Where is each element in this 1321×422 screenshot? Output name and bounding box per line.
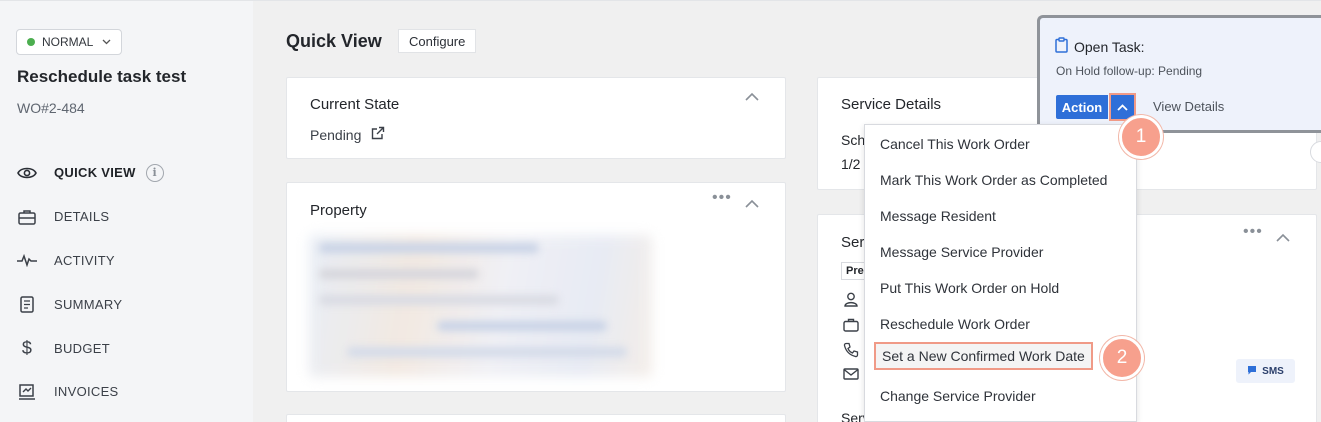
chevron-down-icon <box>102 37 111 48</box>
blurred-line <box>347 347 627 357</box>
open-task-panel: Open Task: On Hold follow-up: Pending Ac… <box>1037 15 1321 133</box>
action-dropdown-menu: Cancel This Work Order Mark This Work Or… <box>864 124 1137 422</box>
blurred-line <box>319 243 539 253</box>
sidebar: NORMAL Reschedule task test WO#2-484 QUI… <box>0 0 253 422</box>
phone-icon <box>843 342 859 363</box>
eye-icon <box>16 162 38 184</box>
nav-label: ACTIVITY <box>54 252 115 268</box>
menu-item-reschedule[interactable]: Reschedule Work Order <box>880 316 1030 332</box>
task-subtext: On Hold follow-up: Pending <box>1056 64 1203 78</box>
menu-item-put-on-hold[interactable]: Put This Work Order on Hold <box>880 280 1059 296</box>
work-order-number: WO#2-484 <box>17 100 85 116</box>
task-heading-label: Open Task: <box>1074 38 1145 55</box>
menu-item-mark-completed[interactable]: Mark This Work Order as Completed <box>880 172 1107 188</box>
configure-button[interactable]: Configure <box>398 29 477 53</box>
menu-item-set-confirmed-date[interactable]: Set a New Confirmed Work Date <box>874 342 1093 370</box>
clipboard-icon <box>1055 37 1068 56</box>
current-state-value: Pending <box>310 126 362 143</box>
document-icon <box>16 293 38 315</box>
nav-label: DETAILS <box>54 209 110 225</box>
menu-item-cancel[interactable]: Cancel This Work Order <box>880 136 1030 152</box>
action-button[interactable]: Action <box>1056 95 1108 119</box>
step-badge-2: 2 <box>1100 336 1144 380</box>
more-icon[interactable]: ••• <box>1243 223 1263 241</box>
collapse-icon[interactable] <box>744 196 760 212</box>
more-icon[interactable]: ••• <box>712 189 732 207</box>
nav-item-summary[interactable]: SUMMARY <box>16 282 246 326</box>
info-icon[interactable]: i <box>145 163 164 182</box>
card-title: Current State <box>310 96 400 113</box>
task-heading: Open Task: <box>1055 37 1145 56</box>
priority-label: NORMAL <box>42 35 94 49</box>
dollar-icon: $ <box>21 337 33 358</box>
work-order-title: Reschedule task test <box>17 67 187 86</box>
chevron-up-icon <box>1117 98 1128 116</box>
schedule-label: Sch <box>841 132 866 148</box>
nav-item-details[interactable]: DETAILS <box>16 195 246 239</box>
collapse-icon[interactable] <box>744 89 760 105</box>
nav-label: QUICK VIEW <box>54 165 136 181</box>
nav-item-invoices[interactable]: INVOICES <box>16 370 246 414</box>
menu-item-message-resident[interactable]: Message Resident <box>880 208 996 224</box>
blurred-line <box>319 269 479 279</box>
nav-label: SUMMARY <box>54 296 123 312</box>
nav-item-activity[interactable]: ACTIVITY <box>16 239 246 283</box>
nav-label: BUDGET <box>54 340 110 356</box>
property-card: Property ••• <box>286 182 786 392</box>
collapse-icon[interactable] <box>1275 230 1291 246</box>
external-link-icon[interactable] <box>371 126 385 143</box>
status-dot <box>27 38 35 46</box>
pulse-icon <box>16 249 38 271</box>
card-title: Property <box>310 202 367 219</box>
sms-label: SMS <box>1262 365 1284 377</box>
mail-icon <box>843 367 859 385</box>
invoice-icon <box>16 381 38 403</box>
chat-icon <box>1247 365 1257 378</box>
nav-item-budget[interactable]: $ BUDGET <box>16 326 246 370</box>
blurred-line <box>437 321 607 331</box>
blurred-line <box>319 295 559 305</box>
nav-item-quick-view[interactable]: QUICK VIEW i <box>16 151 246 195</box>
sidebar-nav: QUICK VIEW i DETAILS ACTIVITY SUMMARY $ … <box>16 151 246 414</box>
page-title: Quick View <box>286 31 382 51</box>
current-state-card: Current State Pending <box>286 77 786 159</box>
current-state-value-row: Pending <box>310 126 385 143</box>
briefcase-icon <box>843 318 859 337</box>
card-title: Service Details <box>841 96 942 113</box>
step-badge-1: 1 <box>1119 115 1163 159</box>
briefcase-icon <box>16 206 38 228</box>
card-title: Ser <box>841 234 865 251</box>
menu-item-message-provider[interactable]: Message Service Provider <box>880 244 1043 260</box>
schedule-value: 1/2 <box>841 156 861 172</box>
priority-dropdown[interactable]: NORMAL <box>16 29 123 55</box>
view-details-link[interactable]: View Details <box>1153 99 1224 114</box>
person-icon <box>844 292 858 312</box>
menu-item-change-provider[interactable]: Change Service Provider <box>880 388 1036 404</box>
next-card <box>286 414 786 422</box>
nav-label: INVOICES <box>54 384 119 400</box>
sms-button[interactable]: SMS <box>1236 359 1295 383</box>
